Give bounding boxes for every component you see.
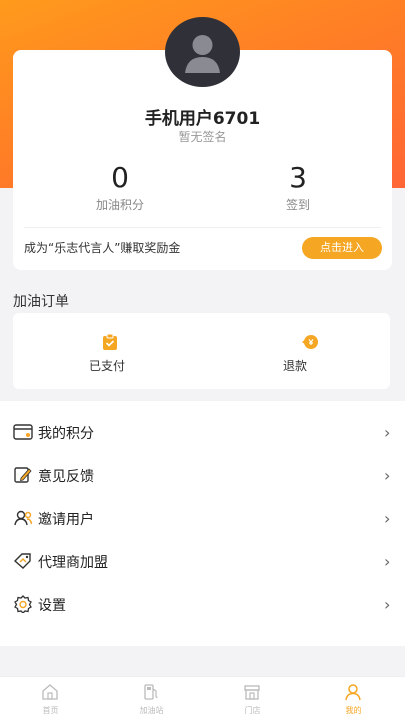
signature[interactable]: 暂无签名	[0, 128, 405, 145]
tab-label: 门店	[244, 706, 261, 715]
user-icon	[344, 683, 362, 701]
orders-section-title: 加油订单	[13, 294, 69, 310]
menu-item-label: 代理商加盟	[38, 555, 108, 571]
clipboard-check-icon	[101, 333, 119, 351]
store-icon	[243, 683, 261, 701]
fuel-pump-icon	[142, 683, 160, 701]
order-paid[interactable]: 已支付	[13, 313, 201, 389]
tab-store[interactable]: 门店	[202, 680, 303, 720]
order-paid-label: 已支付	[88, 359, 125, 373]
edit-note-icon	[13, 466, 33, 484]
tab-home[interactable]: 首页	[0, 680, 101, 720]
order-refund[interactable]: 退款	[201, 313, 389, 389]
promo-text: 成为“乐志代言人”赚取奖励金	[24, 241, 181, 255]
chevron-right-icon: ›	[384, 552, 391, 571]
menu-item-label: 意见反馈	[38, 469, 94, 485]
username: 手机用户6701	[144, 109, 261, 129]
promo-enter-button[interactable]: 点击进入	[302, 237, 382, 259]
points-label: 加油积分	[95, 198, 144, 212]
menu-list: 我的积分 › 意见反馈 › 邀请用户 › 代理商加盟 › 设置 ›	[0, 401, 405, 646]
order-refund-label: 退款	[282, 359, 307, 373]
tab-label: 我的	[345, 706, 362, 715]
chevron-right-icon: ›	[384, 509, 391, 528]
chevron-right-icon: ›	[384, 466, 391, 485]
menu-item-invite[interactable]: 邀请用户 ›	[0, 498, 405, 538]
tab-label: 加油站	[139, 706, 164, 715]
menu-item-settings[interactable]: 设置 ›	[0, 584, 405, 624]
tab-gas-station[interactable]: 加油站	[101, 680, 202, 720]
handshake-tag-icon	[13, 552, 33, 570]
orders-card: 已支付 退款	[13, 313, 390, 389]
tab-mine[interactable]: 我的	[303, 680, 404, 720]
checkin-label: 签到	[285, 198, 310, 212]
wallet-card-icon	[13, 423, 33, 441]
refund-icon	[301, 333, 319, 351]
menu-item-label: 设置	[38, 598, 66, 614]
menu-item-my-points[interactable]: 我的积分 ›	[0, 412, 405, 452]
menu-item-label: 我的积分	[38, 426, 94, 442]
divider	[24, 227, 381, 228]
chevron-right-icon: ›	[384, 595, 391, 614]
menu-item-label: 邀请用户	[38, 512, 94, 528]
avatar[interactable]	[165, 17, 240, 87]
tab-label: 首页	[42, 706, 59, 715]
menu-item-agent-join[interactable]: 代理商加盟 ›	[0, 541, 405, 581]
menu-item-feedback[interactable]: 意见反馈 ›	[0, 455, 405, 495]
gear-icon	[13, 595, 33, 614]
points-value: 0	[111, 161, 129, 194]
chevron-right-icon: ›	[384, 423, 391, 442]
bottom-tab-bar: 首页 加油站 门店 我的	[0, 676, 405, 720]
checkin-stat[interactable]: 3 签到	[238, 160, 358, 213]
points-stat[interactable]: 0 加油积分	[60, 160, 180, 213]
checkin-value: 3	[289, 161, 307, 194]
default-avatar-icon	[185, 35, 220, 73]
invite-user-icon	[13, 509, 33, 527]
home-icon	[41, 683, 59, 701]
